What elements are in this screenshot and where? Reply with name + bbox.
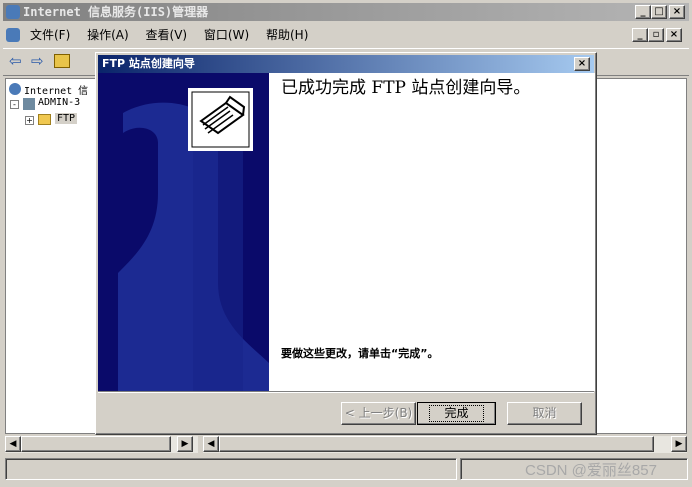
up-folder-icon[interactable] [54, 54, 70, 68]
left-horizontal-scrollbar[interactable]: ◀ ▶ [5, 436, 198, 453]
cancel-button[interactable]: 取消 [507, 402, 582, 425]
menu-help[interactable]: 帮助(H) [266, 28, 308, 42]
server-icon [23, 98, 35, 110]
menu-action[interactable]: 操作(A) [87, 28, 129, 42]
scroll-thumb[interactable] [21, 436, 171, 452]
status-bar-left [5, 458, 457, 480]
wizard-heading: 已成功完成 FTP 站点创建向导。 [281, 78, 531, 98]
right-horizontal-scrollbar[interactable]: ◀ ▶ [203, 436, 687, 453]
finish-button[interactable]: 完成 [417, 402, 496, 425]
mmc-icon [6, 28, 20, 42]
wizard-banner [98, 73, 269, 391]
wizard-content: 已成功完成 FTP 站点创建向导。 要做这些更改，请单击“完成”。 [269, 73, 595, 391]
maximize-button[interactable]: □ [651, 5, 667, 19]
scroll-right-icon[interactable]: ▶ [671, 436, 687, 452]
scroll-left-icon[interactable]: ◀ [5, 436, 21, 452]
window-title: Internet 信息服务(IIS)管理器 [23, 5, 209, 19]
back-button[interactable]: < 上一步(B) [341, 402, 416, 425]
child-minimize-button[interactable]: _ [632, 28, 648, 42]
wizard-instruction: 要做这些更改，请单击“完成”。 [281, 347, 439, 360]
expand-icon[interactable]: + [25, 116, 34, 125]
dialog-separator [98, 391, 594, 393]
minimize-button[interactable]: _ [635, 5, 651, 19]
menu-window[interactable]: 窗口(W) [204, 28, 249, 42]
scroll-thumb[interactable] [219, 436, 654, 452]
scroll-left-icon[interactable]: ◀ [203, 436, 219, 452]
tree-ftp-label[interactable]: FTP [55, 113, 78, 124]
collapse-icon[interactable]: - [10, 100, 19, 109]
menu-file[interactable]: 文件(F) [30, 28, 70, 42]
scroll-right-icon[interactable]: ▶ [177, 436, 193, 452]
back-arrow-icon[interactable]: ⇦ [9, 52, 22, 70]
internet-icon [9, 83, 21, 95]
finish-button-label: 完成 [429, 405, 484, 422]
child-close-button[interactable]: × [666, 28, 682, 42]
child-restore-button[interactable]: ▫ [648, 28, 664, 42]
tree-server-label[interactable]: ADMIN-3 [38, 97, 80, 108]
wizard-dialog: FTP 站点创建向导 × 已成功完成 FTP 站点创建向导。 要做这些更改，请单… [95, 52, 597, 435]
close-button[interactable]: × [669, 5, 685, 19]
menu-bar: 文件(F) 操作(A) 查看(V) 窗口(W) 帮助(H) _ ▫ × [6, 25, 686, 45]
folder-icon [38, 114, 51, 125]
banner-graphic [118, 88, 269, 391]
dialog-close-button[interactable]: × [574, 57, 590, 71]
tree-root-label[interactable]: Internet 信 [24, 82, 88, 97]
menu-view[interactable]: 查看(V) [146, 28, 188, 42]
window-title-bar[interactable]: Internet 信息服务(IIS)管理器 _ □ × [3, 3, 689, 21]
iis-app-icon [6, 5, 20, 19]
dialog-title-bar[interactable]: FTP 站点创建向导 × [98, 55, 594, 73]
watermark: CSDN @爱丽丝857 [525, 462, 657, 479]
dialog-title: FTP 站点创建向导 [102, 57, 195, 70]
forward-arrow-icon[interactable]: ⇨ [31, 52, 44, 70]
